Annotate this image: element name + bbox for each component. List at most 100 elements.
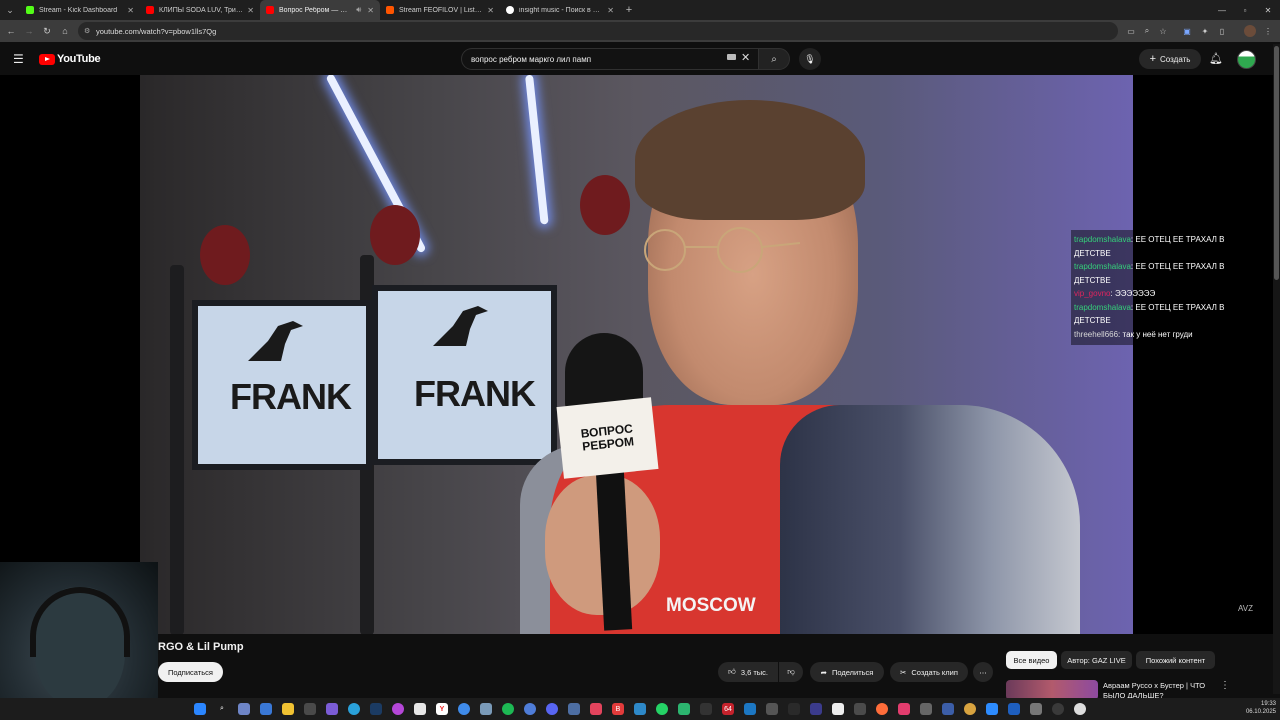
extensions-icon[interactable]: ✦ [1199, 25, 1211, 37]
forward-icon[interactable]: → [22, 24, 36, 38]
chrome-icon[interactable] [458, 703, 470, 715]
menu-dots-icon[interactable]: ⋮ [1262, 25, 1274, 37]
taskbar-app-icon[interactable] [678, 703, 690, 715]
keyboard-icon[interactable] [727, 54, 736, 60]
taskbar-app-icon[interactable] [964, 703, 976, 715]
zoom-icon[interactable]: ⌕ [1141, 25, 1153, 37]
file-explorer-icon[interactable] [282, 703, 294, 715]
address-bar[interactable]: ⚙ youtube.com/watch?v=pbow1lls7Qg [78, 22, 1118, 40]
telegram-icon[interactable] [348, 703, 360, 715]
music-icon[interactable] [590, 703, 602, 715]
site-info-icon[interactable]: ⚙ [84, 27, 90, 35]
taskbar-app-icon[interactable] [392, 703, 404, 715]
chip-all-videos[interactable]: Все видео [1006, 651, 1057, 669]
taskbar-app-icon[interactable] [920, 703, 932, 715]
search-input[interactable]: вопрос ребром маркго лил памп [461, 48, 758, 70]
like-button[interactable]: 👍︎ 3,6 тыс. [718, 662, 778, 682]
speaker-icon[interactable]: 🔊︎ [356, 5, 361, 15]
taskbar-app-icon[interactable] [1008, 703, 1020, 715]
taskbar-app-icon[interactable] [766, 703, 778, 715]
tab-search-icon[interactable]: ⌄ [0, 0, 20, 20]
taskbar-app-icon[interactable] [898, 703, 910, 715]
chat-username: trapdomshalava [1074, 235, 1131, 244]
new-tab-icon[interactable]: + [620, 4, 638, 16]
taskbar-app-icon[interactable] [238, 703, 250, 715]
taskbar-app-icon[interactable] [260, 703, 272, 715]
browser-tab[interactable]: КЛИПЫ SODA LUV, Три дня дождя ✕ [140, 0, 260, 20]
minimize-icon[interactable]: — [1210, 0, 1234, 20]
back-icon[interactable]: ← [4, 24, 18, 38]
close-window-icon[interactable]: ✕ [1256, 0, 1280, 20]
more-actions-button[interactable]: ⋯ [973, 662, 993, 682]
notifications-bell-icon[interactable]: 🔔︎ [1209, 52, 1223, 65]
browser-tab[interactable]: insight music - Поиск в Google ✕ [500, 0, 620, 20]
browser-tab[interactable]: Stream FEOFILOV | Listen to m ✕ [380, 0, 500, 20]
chip-author[interactable]: Автор: GAZ LIVE [1061, 651, 1132, 669]
create-clip-button[interactable]: ✂ Создать клип [890, 662, 968, 682]
close-tab-icon[interactable]: ✕ [607, 6, 614, 15]
dislike-button[interactable]: 👎︎ [779, 662, 803, 682]
video-title: RGO & Lil Pump [158, 641, 244, 653]
spotify-icon[interactable] [502, 703, 514, 715]
terminal-icon[interactable] [700, 703, 712, 715]
discord-icon[interactable] [546, 703, 558, 715]
taskbar-app-icon[interactable] [634, 703, 646, 715]
create-button[interactable]: + Создать [1139, 49, 1201, 69]
taskbar-app-icon[interactable] [942, 703, 954, 715]
system-clock[interactable]: 19:33 06.10.2025 [1236, 700, 1276, 716]
sidebar-icon[interactable]: ▯ [1216, 25, 1228, 37]
close-tab-icon[interactable]: ✕ [127, 6, 134, 15]
maximize-icon[interactable]: ▫ [1233, 0, 1257, 20]
close-tab-icon[interactable]: ✕ [487, 6, 494, 15]
taskbar-app-icon[interactable] [1030, 703, 1042, 715]
share-button[interactable]: ➦ Поделиться [810, 662, 884, 682]
steam-icon[interactable] [370, 703, 382, 715]
browser-tab-active[interactable]: Вопрос Ребром — MARG 🔊︎ ✕ [260, 0, 380, 20]
taskbar-app-icon[interactable] [832, 703, 844, 715]
close-tab-icon[interactable]: ✕ [367, 6, 374, 15]
taskbar-app-icon[interactable] [986, 703, 998, 715]
hamburger-menu-icon[interactable]: ☰ [13, 52, 24, 66]
taskbar-app-icon[interactable] [414, 703, 426, 715]
recommended-menu-icon[interactable]: ⋮ [1220, 680, 1230, 691]
taskbar-app-icon[interactable] [326, 703, 338, 715]
browser-tab[interactable]: Stream - Kick Dashboard ✕ [20, 0, 140, 20]
profile-icon[interactable] [1244, 25, 1256, 37]
clear-search-icon[interactable]: ✕ [741, 51, 750, 64]
search-icon[interactable]: ⌕ [216, 703, 228, 715]
taskbar-app-icon[interactable] [568, 703, 580, 715]
vscode-icon[interactable] [744, 703, 756, 715]
taskbar-app-icon[interactable]: 64 [722, 703, 734, 715]
flannel-shirt [780, 405, 1080, 634]
taskbar-app-icon[interactable] [1074, 703, 1086, 715]
translate-icon[interactable]: ▣ [1181, 25, 1193, 37]
taskbar-app-icon[interactable] [854, 703, 866, 715]
taskbar-app-icon[interactable] [1052, 703, 1064, 715]
taskbar-app-icon[interactable]: B [612, 703, 624, 715]
microphone-icon: 🎙︎ [804, 53, 816, 64]
reload-icon[interactable]: ↻ [40, 24, 54, 38]
youtube-logo[interactable]: YouTube [39, 53, 101, 65]
bookmark-star-icon[interactable]: ☆ [1157, 25, 1169, 37]
search-button[interactable]: ⌕ [758, 48, 790, 70]
windows-start-icon[interactable] [194, 703, 206, 715]
taskbar-app-icon[interactable] [480, 703, 492, 715]
whatsapp-icon[interactable] [656, 703, 668, 715]
subscribe-button[interactable]: Подписаться [158, 662, 223, 682]
scrollbar-thumb[interactable] [1274, 46, 1279, 280]
video-player[interactable]: FRANK FRANK ВОПРОС РЕБРОМ MOSCOW [140, 75, 1133, 634]
avatar[interactable] [1237, 50, 1256, 69]
taskbar-app-icon[interactable] [304, 703, 316, 715]
close-tab-icon[interactable]: ✕ [247, 6, 254, 15]
chip-related[interactable]: Похожий контент [1136, 651, 1215, 669]
taskbar-app-icon[interactable] [788, 703, 800, 715]
voice-search-button[interactable]: 🎙︎ [799, 48, 821, 70]
taskbar-app-icon[interactable] [876, 703, 888, 715]
plus-icon: + [1149, 53, 1157, 65]
taskbar-app-icon[interactable] [524, 703, 536, 715]
yandex-browser-icon[interactable]: Y [436, 703, 448, 715]
home-icon[interactable]: ⌂ [58, 24, 72, 38]
install-app-icon[interactable]: ▭ [1125, 25, 1137, 37]
recommended-thumbnail[interactable] [1006, 680, 1098, 700]
taskbar-app-icon[interactable] [810, 703, 822, 715]
